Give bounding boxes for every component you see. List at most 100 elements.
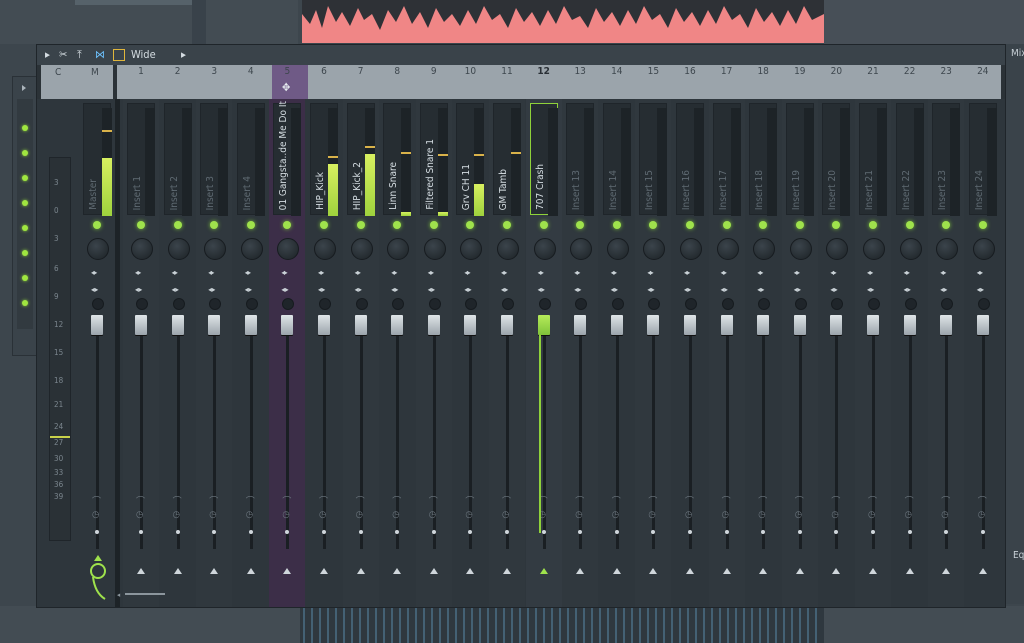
led-indicator[interactable]: [22, 225, 28, 231]
clock-icon[interactable]: ◷: [941, 510, 948, 520]
mixer-track-12[interactable]: 12 707 Crash ◂▸ ◂▸ ⌒ ◷: [525, 66, 562, 607]
volume-fader[interactable]: [244, 315, 257, 335]
stereo-separation-knob[interactable]: [209, 298, 222, 310]
send-icon[interactable]: ⌒: [136, 494, 145, 507]
pan-knob[interactable]: [460, 238, 483, 260]
stereo-separation-knob[interactable]: [575, 298, 588, 310]
mute-led[interactable]: [832, 221, 841, 229]
stereo-separation-knob[interactable]: [428, 298, 441, 310]
stereo-separation-knob[interactable]: [758, 298, 771, 310]
pan-knob[interactable]: [863, 238, 885, 260]
mixer-track-20[interactable]: 20 Insert 20 ◂▸ ◂▸ ⌒ ◷: [818, 66, 854, 607]
stereo-separation-knob[interactable]: [648, 298, 661, 310]
led-indicator[interactable]: [22, 175, 28, 181]
track-number[interactable]: 24: [965, 66, 1001, 77]
mute-led[interactable]: [869, 221, 877, 229]
mixer-track-11[interactable]: 11 GM Tamb ◂▸ ◂▸ ⌒ ◷: [489, 66, 525, 607]
led-indicator[interactable]: [22, 275, 28, 281]
volume-fader[interactable]: [647, 315, 660, 335]
clock-icon[interactable]: ◷: [209, 510, 216, 520]
volume-fader[interactable]: [757, 315, 770, 335]
swap-icon[interactable]: ◂▸: [501, 285, 508, 294]
clock-icon[interactable]: ◷: [722, 510, 729, 520]
track-name-box[interactable]: Insert 1: [127, 103, 155, 216]
volume-fader[interactable]: [464, 315, 477, 335]
mixer-track-17[interactable]: 17 Insert 17 ◂▸ ◂▸ ⌒ ◷: [708, 66, 745, 607]
stereo-separation-knob[interactable]: [502, 298, 514, 310]
pan-knob[interactable]: [314, 238, 336, 260]
track-name-box[interactable]: Insert 23: [932, 103, 961, 216]
track-dot[interactable]: [614, 530, 619, 534]
route-arrow-icon[interactable]: [612, 568, 621, 574]
track-dot[interactable]: [95, 530, 99, 534]
swap-lr-icon[interactable]: ◂▸: [611, 269, 617, 277]
mixer-track-14[interactable]: 14 Insert 14 ◂▸ ◂▸ ⌒ ◷: [599, 66, 635, 607]
mixer-track-24[interactable]: 24 Insert 24 ◂▸ ◂▸ ⌒ ◷: [965, 66, 1001, 607]
led-indicator[interactable]: [22, 125, 28, 131]
swap-lr-icon[interactable]: ◂▸: [830, 269, 836, 277]
pan-knob[interactable]: [131, 238, 153, 260]
track-name-box[interactable]: Insert 21: [859, 103, 887, 216]
swap-icon[interactable]: ◂▸: [830, 285, 837, 294]
send-icon[interactable]: ⌒: [92, 494, 101, 507]
pan-knob[interactable]: [204, 238, 227, 260]
track-name-box[interactable]: Insert 18: [749, 103, 778, 216]
swap-lr-icon[interactable]: ◂▸: [428, 269, 434, 277]
volume-fader[interactable]: [537, 315, 550, 335]
mute-led[interactable]: [905, 221, 914, 229]
swap-lr-icon[interactable]: ◂▸: [135, 269, 141, 277]
volume-fader[interactable]: [610, 315, 623, 335]
stereo-separation-knob[interactable]: [392, 298, 405, 310]
volume-fader[interactable]: [135, 315, 147, 335]
stereo-separation-knob[interactable]: [355, 298, 368, 310]
pan-knob[interactable]: [570, 238, 593, 260]
mute-led[interactable]: [649, 221, 658, 229]
clock-icon[interactable]: ◷: [795, 510, 802, 520]
track-number[interactable]: 14: [599, 66, 635, 77]
volume-fader[interactable]: [208, 315, 221, 335]
send-icon[interactable]: ⌒: [758, 494, 767, 507]
mute-led[interactable]: [576, 221, 585, 229]
mixer-track-21[interactable]: 21 Insert 21 ◂▸ ◂▸ ⌒ ◷: [855, 66, 891, 607]
swap-lr-icon[interactable]: ◂▸: [91, 269, 97, 277]
track-dot[interactable]: [724, 530, 729, 534]
pan-knob[interactable]: [680, 238, 702, 260]
volume-fader[interactable]: [684, 315, 696, 335]
track-number[interactable]: 21: [855, 66, 891, 77]
track-name-box[interactable]: Insert 20: [822, 103, 851, 216]
swap-lr-icon[interactable]: ◂▸: [574, 269, 580, 277]
route-arrow-icon[interactable]: [320, 568, 328, 574]
route-knob-icon[interactable]: [85, 553, 111, 603]
mixer-track-13[interactable]: 13 Insert 13 ◂▸ ◂▸ ⌒ ◷: [562, 66, 599, 607]
mute-led[interactable]: [210, 221, 219, 229]
swap-icon[interactable]: ◂▸: [208, 285, 215, 294]
mixer-track-2[interactable]: 2 Insert 2 ◂▸ ◂▸ ⌒ ◷: [160, 66, 196, 607]
mute-led[interactable]: [795, 221, 804, 229]
mixer-track-10[interactable]: 10 Grv CH 11 ◂▸ ◂▸ ⌒ ◷: [452, 66, 488, 607]
swap-lr-icon[interactable]: ◂▸: [172, 269, 178, 277]
stereo-separation-knob[interactable]: [538, 298, 551, 310]
mute-led[interactable]: [722, 221, 731, 229]
pan-knob[interactable]: [277, 238, 300, 260]
led-indicator[interactable]: [22, 150, 28, 156]
track-dot[interactable]: [797, 530, 802, 534]
send-icon[interactable]: ⌒: [795, 494, 804, 507]
arrow-right-icon[interactable]: [22, 85, 26, 91]
track-number[interactable]: 7: [343, 66, 379, 77]
send-icon[interactable]: ⌒: [246, 494, 255, 507]
pan-knob[interactable]: [643, 238, 666, 260]
track-name-box[interactable]: Insert 14: [602, 103, 631, 216]
swap-lr-icon[interactable]: ◂▸: [647, 269, 653, 277]
swap-lr-icon[interactable]: ◂▸: [355, 269, 361, 277]
audio-clip-bottom[interactable]: [300, 606, 824, 643]
route-arrow-icon[interactable]: [466, 568, 475, 574]
track-number[interactable]: 17: [709, 66, 745, 77]
track-name-box[interactable]: Insert 24: [968, 103, 997, 216]
track-dot[interactable]: [980, 530, 985, 534]
clock-icon[interactable]: ◷: [978, 510, 985, 520]
move-icon[interactable]: ✥: [282, 81, 290, 94]
clock-icon[interactable]: ◷: [905, 510, 912, 520]
stereo-separation-knob[interactable]: [685, 298, 697, 310]
swap-icon[interactable]: ◂▸: [977, 285, 984, 294]
track-number[interactable]: 2: [160, 66, 196, 77]
